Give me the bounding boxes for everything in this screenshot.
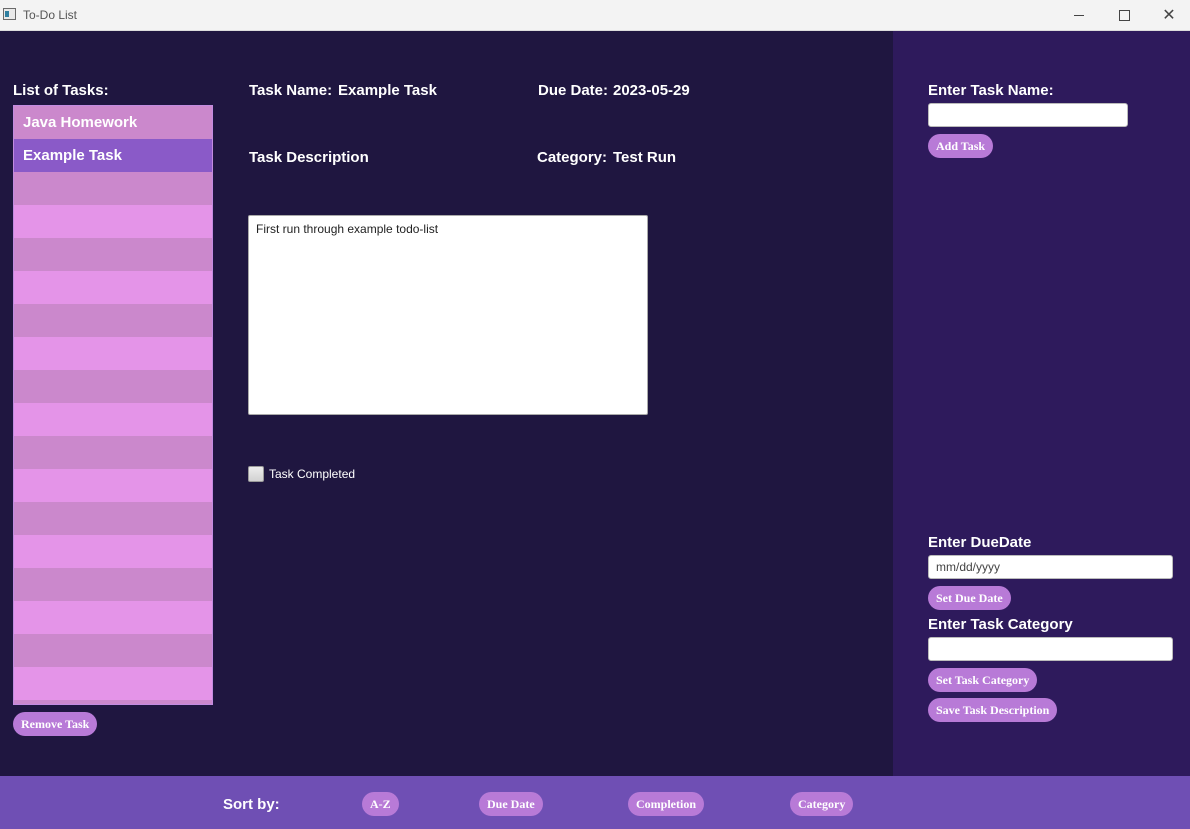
task-list-empty-row[interactable] bbox=[14, 436, 212, 469]
save-task-description-button[interactable]: Save Task Description bbox=[928, 698, 1058, 722]
enter-due-date-label: Enter DueDate bbox=[928, 534, 1032, 551]
due-date-input[interactable] bbox=[928, 555, 1173, 579]
close-button[interactable]: ✕ bbox=[1146, 0, 1190, 31]
task-description-label: Task Description bbox=[249, 149, 369, 166]
sort-by-label: Sort by: bbox=[223, 796, 280, 813]
minimize-icon bbox=[1074, 15, 1084, 16]
task-list-item[interactable]: Java Homework bbox=[14, 106, 212, 139]
task-list-empty-row[interactable] bbox=[14, 601, 212, 634]
task-list-heading: List of Tasks: bbox=[13, 82, 109, 99]
task-description-textarea[interactable]: First run through example todo-list bbox=[248, 215, 648, 415]
task-list-empty-row[interactable] bbox=[14, 700, 212, 704]
enter-task-name-label: Enter Task Name: bbox=[928, 82, 1054, 99]
add-task-button[interactable]: Add Task bbox=[928, 134, 994, 158]
task-list-empty-row[interactable] bbox=[14, 205, 212, 238]
task-name-value: Example Task bbox=[338, 82, 437, 99]
task-list-empty-row[interactable] bbox=[14, 172, 212, 205]
task-list[interactable]: Java Homework Example Task bbox=[13, 105, 213, 705]
task-name-label: Task Name: bbox=[249, 82, 333, 99]
task-list-empty-row[interactable] bbox=[14, 271, 212, 304]
task-list-empty-row[interactable] bbox=[14, 535, 212, 568]
task-list-empty-row[interactable] bbox=[14, 403, 212, 436]
task-list-empty-row[interactable] bbox=[14, 469, 212, 502]
enter-task-category-label: Enter Task Category bbox=[928, 616, 1073, 633]
set-task-category-button[interactable]: Set Task Category bbox=[928, 668, 1038, 692]
task-list-empty-row[interactable] bbox=[14, 370, 212, 403]
close-icon: ✕ bbox=[1162, 6, 1176, 24]
task-list-empty-row[interactable] bbox=[14, 238, 212, 271]
sort-bar bbox=[0, 776, 1190, 829]
minimize-button[interactable] bbox=[1056, 0, 1102, 31]
sort-az-button[interactable]: A-Z bbox=[362, 792, 399, 816]
window-titlebar: To-Do List ✕ bbox=[0, 0, 1190, 31]
sort-completion-button[interactable]: Completion bbox=[628, 792, 704, 816]
category-value: Test Run bbox=[613, 149, 677, 166]
category-label: Category: bbox=[537, 149, 608, 166]
maximize-button[interactable] bbox=[1101, 0, 1147, 31]
task-completed-label: Task Completed bbox=[269, 467, 356, 481]
window-title: To-Do List bbox=[23, 8, 78, 22]
sort-due-date-button[interactable]: Due Date bbox=[479, 792, 543, 816]
remove-task-button[interactable]: Remove Task bbox=[13, 712, 98, 736]
task-list-empty-row[interactable] bbox=[14, 337, 212, 370]
due-date-label: Due Date: bbox=[538, 82, 609, 99]
task-category-input[interactable] bbox=[928, 637, 1173, 661]
task-list-empty-row[interactable] bbox=[14, 568, 212, 601]
task-list-empty-row[interactable] bbox=[14, 502, 212, 535]
sort-category-button[interactable]: Category bbox=[790, 792, 854, 816]
app-icon bbox=[3, 8, 16, 20]
set-due-date-button[interactable]: Set Due Date bbox=[928, 586, 1011, 610]
maximize-icon bbox=[1118, 10, 1130, 21]
task-name-input[interactable] bbox=[928, 103, 1128, 127]
task-list-empty-row[interactable] bbox=[14, 667, 212, 700]
task-completed-checkbox[interactable] bbox=[248, 466, 264, 482]
task-list-empty-row[interactable] bbox=[14, 304, 212, 337]
due-date-value: 2023-05-29 bbox=[613, 82, 690, 99]
task-list-empty-row[interactable] bbox=[14, 634, 212, 667]
task-list-item-selected[interactable]: Example Task bbox=[14, 139, 212, 172]
